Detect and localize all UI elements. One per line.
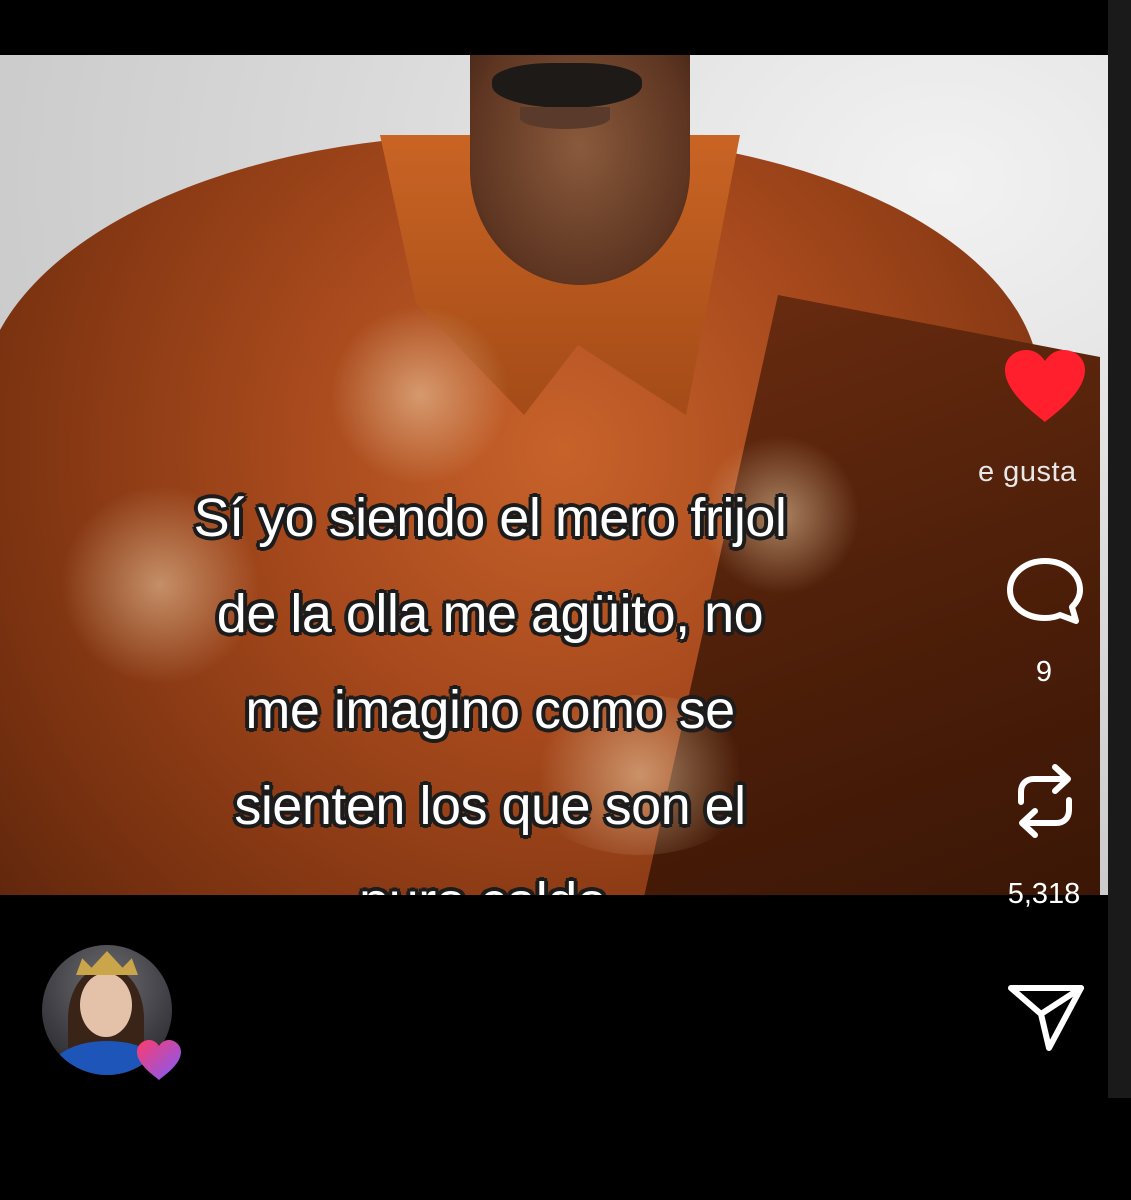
video-figure-mouth [520,107,610,129]
reel-screen: Sí yo siendo el mero frijol de la olla m… [0,0,1131,1200]
heart-filled-icon [1005,350,1085,422]
likes-label[interactable]: e gusta [978,456,1077,489]
repost-icon [1018,764,1072,838]
like-button[interactable] [1000,348,1090,424]
caption-line: de la olla me agüito, no [216,584,764,644]
reel-video[interactable]: Sí yo siendo el mero frijol de la olla m… [0,55,1108,895]
caption-line: Sí yo siendo el mero frijol [193,488,787,548]
embroidery-detail [330,305,510,485]
avatar-crown [76,951,138,975]
comment-button[interactable] [1000,555,1090,625]
repost-count: 5,318 [1007,878,1081,910]
scrollbar-track [1108,0,1131,1098]
comment-bubble-icon [1007,558,1083,624]
avatar-face [80,973,132,1037]
share-button[interactable] [1000,978,1090,1052]
caption-line: me imagino como se [245,680,735,740]
send-icon [1008,985,1084,1051]
caption-line: puro caldo. [70,854,910,895]
caption-line: sienten los que son el [234,776,746,836]
post-caption: Sí yo siendo el mero frijol de la olla m… [70,470,910,895]
comment-count: 9 [1035,656,1053,688]
repost-button[interactable] [1000,758,1090,844]
heart-gradient-icon [137,1040,181,1080]
video-figure-mustache [492,63,642,108]
